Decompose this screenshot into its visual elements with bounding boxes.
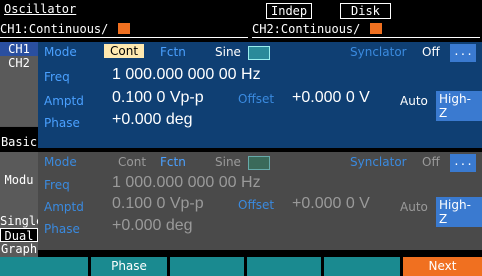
ch2-phase-label: Phase <box>44 222 80 236</box>
ch2-status-indicator <box>370 23 383 34</box>
sine-wave-icon <box>248 46 270 60</box>
ch2-mode-value[interactable]: Cont <box>118 155 146 169</box>
ch1-fctn-value[interactable]: Sine <box>215 45 241 59</box>
ch2-panel: Mode Cont Fctn Sine Synclator Off ... Fr… <box>38 152 482 250</box>
ch2-load-value[interactable]: High-Z <box>436 197 482 227</box>
ch1-synclator-value[interactable]: Off <box>422 45 440 59</box>
ch1-freq-value[interactable]: 1 000.000 000 00 Hz <box>112 66 261 84</box>
ch1-panel: Mode Cont Fctn Sine Synclator Off ... Fr… <box>38 42 482 148</box>
ch1-amptd-label: Amptd <box>44 94 84 108</box>
softkey-3[interactable] <box>170 257 244 276</box>
ch1-offset-value[interactable]: +0.000 0 V <box>292 89 370 107</box>
ch1-phase-value[interactable]: +0.000 deg <box>112 111 193 129</box>
header: Oscillator Indep Disk CH1:Continuous/ CH… <box>0 0 482 42</box>
ch1-phase-label: Phase <box>44 116 80 130</box>
ch2-synclator-label: Synclator <box>350 155 407 169</box>
tab-ch2[interactable]: CH2 <box>0 56 38 126</box>
ch2-amptd-label: Amptd <box>44 200 84 214</box>
ch2-more-button[interactable]: ... <box>450 154 476 172</box>
ch2-load-auto[interactable]: Auto <box>400 200 428 214</box>
ch1-status: CH1:Continuous/ <box>0 22 109 36</box>
ch1-more-button[interactable]: ... <box>450 44 476 62</box>
softkey-bar: Phase Next <box>0 257 482 276</box>
indep-indicator: Indep <box>266 3 313 19</box>
softkey-next[interactable]: Next <box>403 257 482 276</box>
ch1-synclator-label: Synclator <box>350 45 407 59</box>
ch1-offset-label: Offset <box>238 92 275 106</box>
ch2-status-bar: CH2:Continuous/ <box>252 18 480 38</box>
ch1-mode-value[interactable]: Cont <box>104 44 145 58</box>
ch2-synclator-value[interactable]: Off <box>422 155 440 169</box>
tab-single[interactable]: Single <box>0 208 43 228</box>
softkey-5[interactable] <box>324 257 400 276</box>
tab-ch1[interactable]: CH1 <box>0 42 38 56</box>
tab-modu[interactable]: Modu <box>0 152 38 208</box>
ch1-load-auto[interactable]: Auto <box>400 94 428 108</box>
ch2-status: CH2:Continuous/ <box>252 22 361 36</box>
ch1-fctn-label: Fctn <box>160 45 186 59</box>
softkey-1[interactable] <box>0 257 88 276</box>
ch1-load-value[interactable]: High-Z <box>436 91 482 121</box>
ch2-mode-label: Mode <box>44 155 77 169</box>
disk-indicator: Disk <box>340 3 391 19</box>
ch2-fctn-value[interactable]: Sine <box>215 155 241 169</box>
ch2-fctn-label: Fctn <box>160 155 186 169</box>
ch2-amptd-value[interactable]: 0.100 0 Vp-p <box>112 195 204 213</box>
softkey-4[interactable] <box>247 257 321 276</box>
sine-wave-icon <box>248 156 270 170</box>
softkey-phase[interactable]: Phase <box>91 257 167 276</box>
app-title: Oscillator <box>4 2 77 16</box>
tab-basic[interactable]: Basic <box>0 126 38 149</box>
ch1-status-indicator <box>118 23 131 34</box>
ch1-freq-label: Freq <box>44 70 70 84</box>
ch2-offset-label: Offset <box>238 198 275 212</box>
ch1-mode-label: Mode <box>44 45 77 59</box>
ch2-offset-value[interactable]: +0.000 0 V <box>292 195 370 213</box>
tab-graph[interactable]: Graph <box>0 242 38 257</box>
ch2-phase-value[interactable]: +0.000 deg <box>112 217 193 235</box>
ch2-freq-value[interactable]: 1 000.000 000 00 Hz <box>112 174 261 192</box>
ch1-amptd-value[interactable]: 0.100 0 Vp-p <box>112 89 204 107</box>
tab-dual[interactable]: Dual <box>0 228 38 243</box>
ch1-status-bar: CH1:Continuous/ <box>0 18 248 38</box>
ch2-freq-label: Freq <box>44 178 70 192</box>
